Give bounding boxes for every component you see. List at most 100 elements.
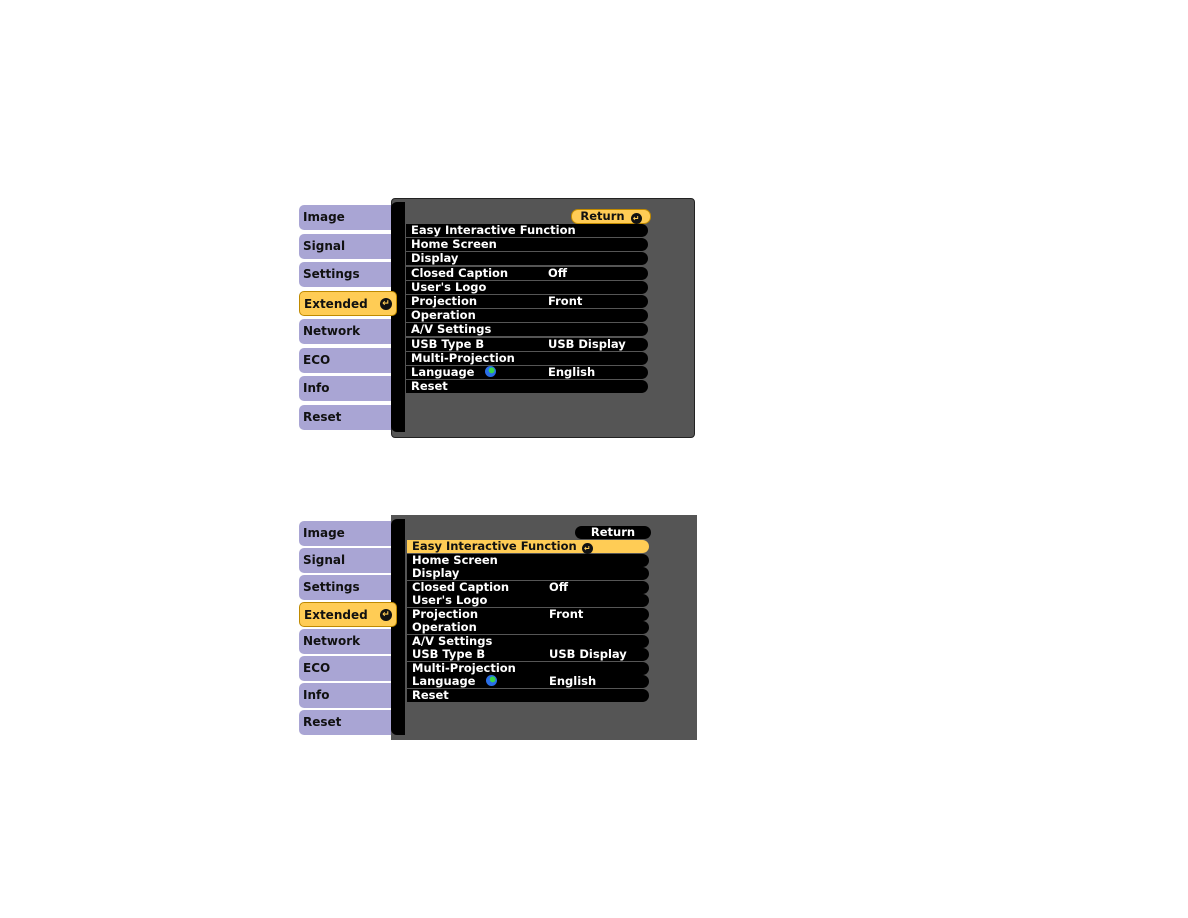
menu-item-a-v-settings[interactable]: A/V Settings xyxy=(406,322,648,337)
tab-reset[interactable]: Reset xyxy=(299,404,391,430)
item-label: Operation xyxy=(411,308,476,323)
tab-info[interactable]: Info xyxy=(299,683,391,708)
globe-icon xyxy=(485,675,497,686)
tab-network[interactable]: Network xyxy=(299,319,391,344)
menu-item-projection[interactable]: Projection Front xyxy=(406,295,648,308)
item-label: Easy Interactive Function xyxy=(412,539,577,553)
item-value: Off xyxy=(548,265,568,280)
item-value: Off xyxy=(549,579,569,594)
menu-item-closed-caption[interactable]: Closed Caption Off xyxy=(406,265,648,280)
item-label: Projection xyxy=(411,294,478,308)
tab-signal[interactable]: Signal xyxy=(299,548,391,573)
return-button[interactable]: Return xyxy=(575,526,651,539)
tab-eco[interactable]: ECO xyxy=(299,656,391,681)
item-label: User's Logo xyxy=(412,593,488,607)
item-value: English xyxy=(548,365,596,379)
return-label: Return xyxy=(590,525,636,539)
tab-eco[interactable]: ECO xyxy=(299,347,391,373)
menu-item-reset[interactable]: Reset xyxy=(406,379,648,394)
tab-settings[interactable]: Settings xyxy=(299,262,391,287)
menu-item-display[interactable]: Display xyxy=(406,251,648,266)
menu-item-display[interactable]: Display xyxy=(407,567,649,580)
item-label: Closed Caption xyxy=(412,579,510,594)
item-value: USB Display xyxy=(549,647,627,661)
item-value: USB Display xyxy=(548,336,626,351)
menu-item-user-s-logo[interactable]: User's Logo xyxy=(407,594,649,607)
menu-spine xyxy=(391,519,405,735)
tab-label: Reset xyxy=(303,409,342,424)
return-button[interactable]: Return ↵ xyxy=(571,209,651,224)
menu-item-language[interactable]: Language English xyxy=(406,366,648,379)
tab-info[interactable]: Info xyxy=(299,376,391,401)
tab-label: ECO xyxy=(303,352,331,367)
item-label: Language xyxy=(412,674,476,688)
tab-label: Extended xyxy=(304,296,368,311)
menu-item-user-s-logo[interactable]: User's Logo xyxy=(406,279,648,294)
tab-label: Settings xyxy=(303,580,360,594)
menu-item-multi-projection[interactable]: Multi-Projection xyxy=(407,660,649,675)
item-label: Display xyxy=(411,251,459,266)
item-label: Closed Caption xyxy=(411,265,509,280)
item-label: A/V Settings xyxy=(412,633,493,648)
item-label: Language xyxy=(411,365,475,379)
globe-icon xyxy=(484,366,496,377)
item-value: Front xyxy=(548,294,583,308)
tab-label: Info xyxy=(303,688,330,702)
tab-label: Settings xyxy=(303,267,360,281)
menu-item-home-screen[interactable]: Home Screen xyxy=(407,552,649,567)
menu-item-easy-interactive-function[interactable]: Easy Interactive Function ↵ xyxy=(407,539,649,554)
item-value: English xyxy=(549,674,597,688)
item-label: USB Type B xyxy=(411,336,485,351)
item-label: USB Type B xyxy=(412,647,486,661)
item-label: Reset xyxy=(412,687,449,702)
tab-label: Reset xyxy=(303,715,342,729)
item-label: User's Logo xyxy=(411,279,487,294)
tab-settings[interactable]: Settings xyxy=(299,575,391,600)
tab-label: Image xyxy=(303,210,345,224)
menu-item-operation[interactable]: Operation xyxy=(407,621,649,634)
menu-item-projection[interactable]: Projection Front xyxy=(407,606,649,621)
return-label: Return xyxy=(580,209,625,223)
tab-label: ECO xyxy=(303,661,331,675)
menu-item-language[interactable]: Language English xyxy=(407,675,649,688)
menu-item-operation[interactable]: Operation xyxy=(406,308,648,323)
enter-icon: ↵ xyxy=(380,609,392,621)
tab-label: Signal xyxy=(303,238,346,253)
enter-icon: ↵ xyxy=(581,543,593,554)
tab-label: Info xyxy=(303,381,330,395)
tab-network[interactable]: Network xyxy=(299,629,391,654)
tab-image[interactable]: Image xyxy=(299,521,391,546)
tab-label: Network xyxy=(303,634,361,648)
tab-signal[interactable]: Signal xyxy=(299,233,391,259)
item-label: Reset xyxy=(411,379,448,394)
item-label: Easy Interactive Function xyxy=(411,223,576,237)
tab-label: Network xyxy=(303,324,361,338)
item-label: Operation xyxy=(412,620,477,634)
item-label: Home Screen xyxy=(411,237,497,252)
item-label: Projection xyxy=(412,606,479,621)
item-label: Multi-Projection xyxy=(412,660,516,675)
item-label: Display xyxy=(412,566,460,580)
menu-item-home-screen[interactable]: Home Screen xyxy=(406,237,648,252)
item-value: Front xyxy=(549,606,584,621)
tab-label: Signal xyxy=(303,553,346,567)
tab-extended[interactable]: Extended ↵ xyxy=(299,602,397,627)
menu-item-usb-type-b[interactable]: USB Type B USB Display xyxy=(406,336,648,351)
menu-item-a-v-settings[interactable]: A/V Settings xyxy=(407,633,649,648)
tab-image[interactable]: Image xyxy=(299,205,391,230)
menu-item-easy-interactive-function[interactable]: Easy Interactive Function xyxy=(406,224,648,237)
menu-spine xyxy=(391,202,405,432)
tab-label: Image xyxy=(303,526,345,540)
tab-reset[interactable]: Reset xyxy=(299,710,391,735)
item-label: Home Screen xyxy=(412,552,498,567)
tab-label: Extended xyxy=(304,608,368,622)
menu-item-closed-caption[interactable]: Closed Caption Off xyxy=(407,579,649,594)
enter-icon: ↵ xyxy=(630,213,642,224)
item-label: A/V Settings xyxy=(411,322,492,337)
tab-extended[interactable]: Extended ↵ xyxy=(299,290,397,316)
menu-item-usb-type-b[interactable]: USB Type B USB Display xyxy=(407,648,649,661)
menu-item-reset[interactable]: Reset xyxy=(407,687,649,702)
menu-item-multi-projection[interactable]: Multi-Projection xyxy=(406,350,648,365)
item-label: Multi-Projection xyxy=(411,350,515,365)
enter-icon: ↵ xyxy=(380,297,392,310)
